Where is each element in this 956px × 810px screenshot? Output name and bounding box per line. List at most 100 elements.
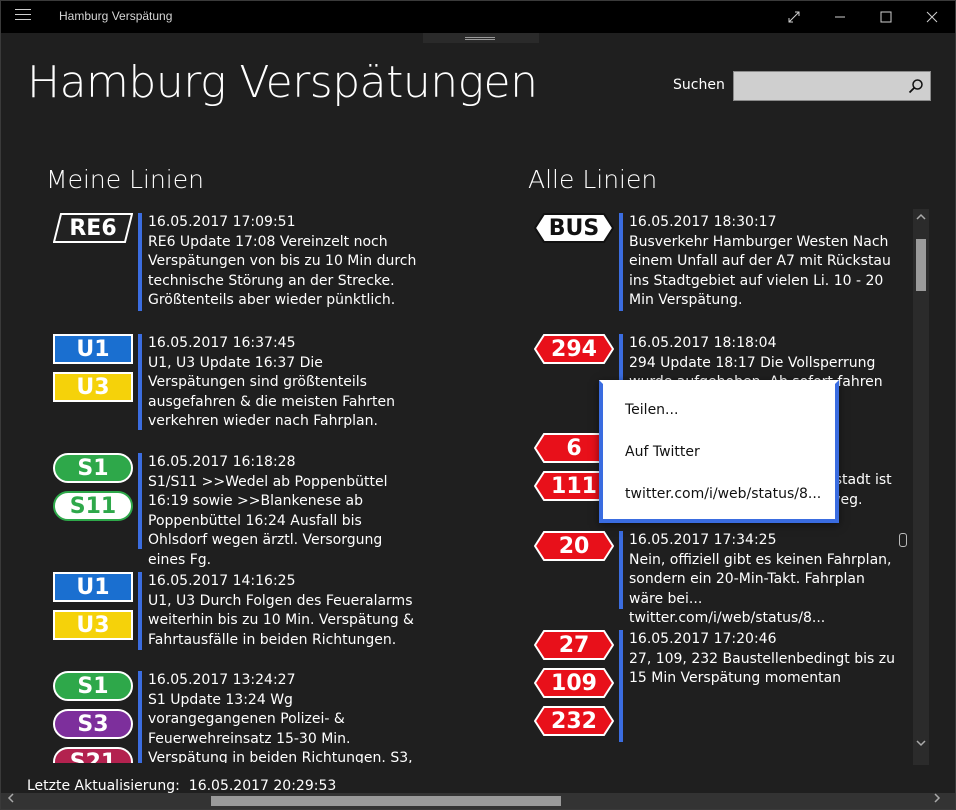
list-item[interactable]: 27 109 232 16.05.2017 17:20:46 27, 109, 232 … — [534, 630, 904, 742]
item-body: Busverkehr Hamburger Westen Nach einem U… — [629, 233, 891, 309]
item-timestamp: 16.05.2017 16:18:28 — [148, 454, 296, 470]
list-item[interactable]: RE6 16.05.2017 17:09:51 RE6 Update 17:08 V… — [53, 213, 423, 311]
list-item[interactable]: 20 16.05.2017 17:34:25 Nein, offiziell gib… — [534, 531, 904, 626]
scroll-right-icon[interactable] — [929, 793, 945, 809]
list-item[interactable]: U1 U3 16.05.2017 14:16:25 U1, U3 Durch Folg… — [53, 572, 423, 650]
vertical-scrollbar[interactable] — [913, 209, 929, 765]
status-label: Letzte Aktualisierung: — [27, 778, 180, 794]
search-input[interactable] — [733, 71, 931, 101]
title-bar: Hamburg Verspätung — [1, 1, 955, 33]
line-badge: U3 — [53, 610, 133, 640]
accent-bar — [138, 453, 142, 549]
list-item[interactable]: BUS 16.05.2017 18:30:17 Busverkehr Hamburg… — [534, 213, 904, 311]
page-title: Hamburg Verspätungen — [27, 57, 538, 108]
line-badge: S1 — [53, 453, 133, 483]
item-body: rstadt ist weg. — [829, 472, 892, 508]
accent-bar — [619, 630, 623, 742]
line-badge-label: U3 — [76, 612, 110, 638]
line-badge-label: 111 — [551, 473, 597, 499]
item-text: 16.05.2017 17:34:25 Nein, offiziell gibt … — [629, 531, 899, 629]
line-badge-label: 109 — [551, 670, 597, 696]
line-badge-label: 20 — [558, 533, 590, 559]
status-bar: Letzte Aktualisierung: 16.05.2017 20:29:… — [27, 778, 336, 794]
item-text: 16.05.2017 16:37:45 U1, U3 Update 16:37 D… — [148, 334, 418, 432]
menu-item-twitter[interactable]: Auf Twitter — [625, 444, 700, 460]
item-body: U1, U3 Update 16:37 Die Verspätungen sin… — [148, 354, 396, 430]
item-timestamp: 16.05.2017 14:16:25 — [148, 573, 296, 589]
line-badge: RE6 — [53, 213, 133, 243]
item-text: 16.05.2017 17:20:46 27, 109, 232 Baustell… — [629, 630, 899, 689]
close-icon[interactable] — [909, 1, 955, 33]
line-badge-label: S1 — [77, 673, 109, 699]
line-badges: 20 — [534, 531, 616, 569]
item-text: 16.05.2017 13:24:27 S1 Update 13:24 Wg vo… — [148, 671, 418, 763]
line-badge-label: U3 — [76, 374, 110, 400]
line-badge-label: BUS — [548, 215, 600, 241]
line-badge: 294 — [534, 334, 614, 364]
line-badge: U1 — [53, 334, 133, 364]
accent-bar — [619, 531, 623, 609]
search-label: Suchen — [673, 77, 725, 93]
list-item[interactable]: U1 U3 16.05.2017 16:37:45 U1, U3 Update 16:… — [53, 334, 423, 430]
line-badges: U1 U3 — [53, 572, 135, 648]
item-timestamp: 16.05.2017 18:18:04 — [629, 335, 777, 351]
line-badge: S11 — [53, 491, 133, 521]
line-badge: S21 — [53, 747, 133, 763]
scroll-left-icon[interactable] — [3, 793, 19, 809]
menu-item-share[interactable]: Teilen... — [625, 402, 678, 418]
item-body: S1 Update 13:24 Wg vorangegangenen Poliz… — [148, 691, 413, 764]
item-body: Nein, offiziell gibt es keinen Fahrplan,… — [629, 551, 892, 627]
minimize-icon[interactable] — [817, 1, 863, 33]
menu-item-link[interactable]: twitter.com/i/web/status/8... — [625, 486, 821, 502]
window-title: Hamburg Verspätung — [59, 9, 173, 23]
list-item[interactable]: S1 S11 16.05.2017 16:18:28 S1/S11 >>Wedel a… — [53, 453, 423, 568]
line-badge: BUS — [534, 213, 614, 243]
line-badge-label: U1 — [76, 574, 110, 600]
item-timestamp: 16.05.2017 16:37:45 — [148, 335, 296, 351]
line-badge-label: S1 — [77, 455, 109, 481]
alle-linien-title: Alle Linien — [528, 165, 658, 194]
drag-handle[interactable] — [423, 33, 539, 43]
list-item[interactable]: S1 S3 S21 16.05.2017 13:24:27 S1 Update 13:2… — [53, 671, 423, 763]
accent-bar — [138, 671, 142, 763]
search-icon[interactable] — [908, 78, 924, 94]
line-badge-label: U1 — [76, 336, 110, 362]
line-badge-label: S21 — [69, 749, 117, 764]
line-badges: BUS — [534, 213, 616, 251]
item-body: 27, 109, 232 Baustellenbedingt bis zu 15… — [629, 650, 895, 687]
scroll-up-icon[interactable] — [913, 211, 929, 224]
line-badge: U3 — [53, 372, 133, 402]
line-badge-label: 27 — [558, 632, 590, 658]
mouse-cursor-icon — [899, 533, 907, 547]
item-timestamp: 16.05.2017 13:24:27 — [148, 672, 296, 688]
line-badge: U1 — [53, 572, 133, 602]
accent-bar — [138, 572, 142, 650]
accent-bar — [619, 213, 623, 311]
line-badge-label: RE6 — [69, 215, 117, 241]
line-badges: S1 S3 S21 — [53, 671, 135, 763]
vertical-scroll-thumb[interactable] — [916, 239, 926, 291]
line-badges: 27 109 232 — [534, 630, 616, 742]
item-text: 16.05.2017 18:30:17 Busverkehr Hamburger … — [629, 213, 899, 311]
maximize-icon[interactable] — [863, 1, 909, 33]
fullscreen-icon[interactable] — [771, 1, 817, 33]
line-badge: 109 — [534, 668, 614, 698]
horizontal-scroll-thumb[interactable] — [211, 796, 561, 806]
horizontal-scrollbar[interactable] — [1, 793, 955, 809]
line-badge-label: 294 — [551, 336, 597, 362]
scroll-down-icon[interactable] — [913, 737, 929, 750]
line-badge: S1 — [53, 671, 133, 701]
status-value: 16.05.2017 20:29:53 — [188, 778, 337, 794]
app-window: Hamburg Verspätung Hamburg Verspätungen … — [0, 0, 956, 810]
item-text: 16.05.2017 16:18:28 S1/S11 >>Wedel ab Pop… — [148, 453, 418, 570]
line-badge: 232 — [534, 706, 614, 736]
line-badge: 20 — [534, 531, 614, 561]
hamburger-icon[interactable] — [15, 9, 31, 23]
item-timestamp: 16.05.2017 17:09:51 — [148, 214, 296, 230]
line-badge-label: S11 — [69, 493, 117, 519]
accent-bar — [138, 213, 142, 311]
item-timestamp: 16.05.2017 18:30:17 — [629, 214, 777, 230]
item-body: U1, U3 Durch Folgen des Feueralarms weit… — [148, 592, 414, 648]
line-badge-label: 232 — [551, 708, 597, 734]
meine-linien-title: Meine Linien — [46, 165, 204, 194]
